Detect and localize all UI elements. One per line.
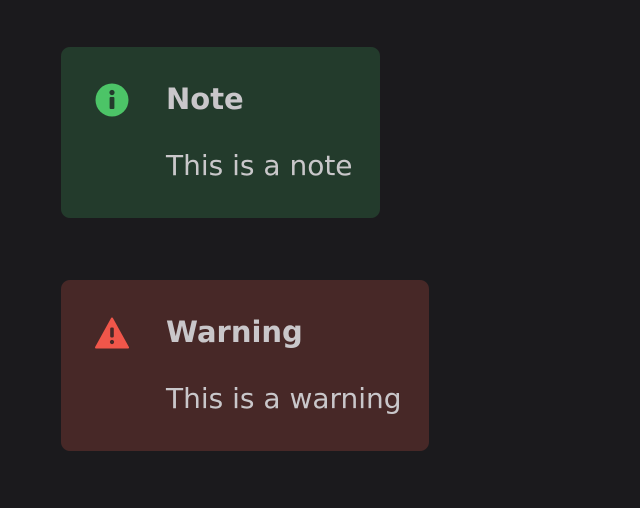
- note-title: Note: [166, 82, 244, 116]
- note-body: This is a note: [166, 149, 353, 182]
- warning-triangle-icon: [95, 316, 129, 350]
- warning-body: This is a warning: [166, 382, 402, 415]
- warning-title: Warning: [166, 315, 303, 349]
- info-circle-icon: [95, 83, 129, 117]
- note-callout: Note This is a note: [61, 47, 380, 218]
- warning-callout: Warning This is a warning: [61, 280, 429, 451]
